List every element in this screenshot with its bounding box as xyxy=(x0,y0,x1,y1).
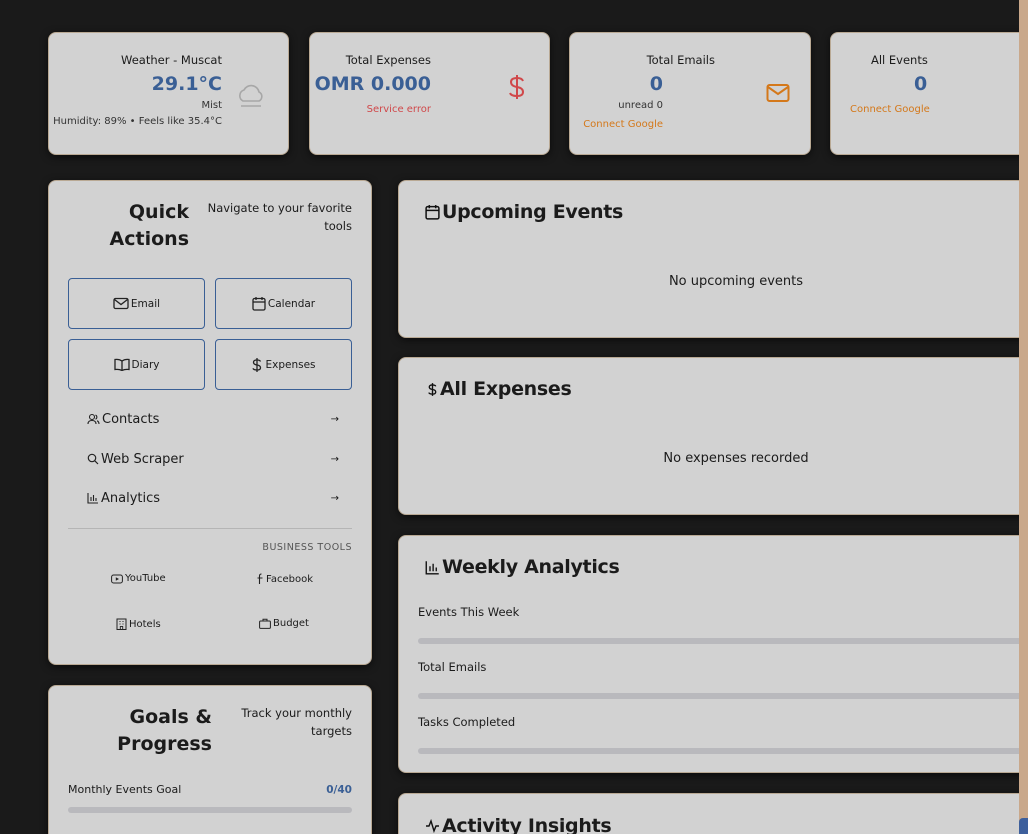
quick-actions-description: Navigate to your favorite tools xyxy=(207,201,352,233)
weekly-analytics-card: Weekly Analytics Events This Week Total … xyxy=(398,535,1028,773)
mail-icon xyxy=(113,297,129,310)
events-this-week-label: Events This Week xyxy=(418,605,520,619)
web-scraper-link[interactable]: Web Scraper → xyxy=(87,448,339,470)
goal-value: 0/40 xyxy=(326,784,352,796)
users-icon xyxy=(87,413,100,425)
scroll-indicator[interactable] xyxy=(1019,818,1028,834)
total-emails-bar xyxy=(418,693,1028,699)
diary-button[interactable]: Diary xyxy=(68,339,205,390)
events-this-week-bar xyxy=(418,638,1028,644)
all-expenses-title: All Expenses xyxy=(427,378,572,400)
goal-label: Monthly Events Goal xyxy=(68,783,182,796)
mail-icon xyxy=(766,84,790,102)
expenses-error: Service error xyxy=(366,104,431,115)
email-button[interactable]: Email xyxy=(68,278,205,329)
emails-connect-google-link[interactable]: Connect Google xyxy=(583,119,663,130)
arrow-right-icon: → xyxy=(330,413,339,425)
weather-condition: Mist xyxy=(201,100,222,111)
upcoming-empty-text: No upcoming events xyxy=(668,274,804,289)
goals-description: Track your monthly targets xyxy=(241,706,352,738)
expenses-card: Total Expenses OMR 0.000 Service error xyxy=(309,32,550,155)
calendar-button[interactable]: Calendar xyxy=(215,278,352,329)
arrow-right-icon: → xyxy=(330,492,339,504)
events-title: All Events xyxy=(871,53,928,67)
dollar-icon xyxy=(509,75,525,99)
briefcase-icon xyxy=(259,618,271,629)
tasks-completed-bar xyxy=(418,748,1028,754)
analytics-link[interactable]: Analytics → xyxy=(87,487,339,509)
goals-card: Goals & Progress Track your monthly targ… xyxy=(48,685,372,834)
expenses-button[interactable]: Expenses xyxy=(215,339,352,390)
total-emails-label: Total Emails xyxy=(418,660,487,674)
weather-details: Humidity: 89% • Feels like 35.4°C xyxy=(53,116,222,127)
emails-value: 0 xyxy=(649,73,663,95)
expenses-empty-text: No expenses recorded xyxy=(663,451,809,466)
all-expenses-card: All Expenses No expenses recorded xyxy=(398,357,1028,515)
emails-unread: unread 0 xyxy=(618,100,663,111)
upcoming-events-card: Upcoming Events No upcoming events xyxy=(398,180,1028,338)
calendar-icon xyxy=(252,297,266,311)
events-connect-google-link[interactable]: Connect Google xyxy=(850,104,930,115)
youtube-link[interactable]: YouTube xyxy=(111,573,166,584)
arrow-right-icon: → xyxy=(330,453,339,465)
book-icon xyxy=(113,358,130,371)
quick-actions-card: Quick Actions Navigate to your favorite … xyxy=(48,180,372,665)
tasks-completed-label: Tasks Completed xyxy=(418,715,516,729)
budget-link[interactable]: Budget xyxy=(259,618,309,629)
expenses-value: OMR 0.000 xyxy=(314,73,431,95)
activity-insights-title: Activity Insights xyxy=(425,815,612,834)
facebook-link[interactable]: Facebook xyxy=(256,573,313,585)
weather-title: Weather - Muscat xyxy=(121,53,222,67)
events-value: 0 xyxy=(914,73,928,95)
emails-card: Total Emails 0 unread 0 Connect Google xyxy=(569,32,811,155)
divider xyxy=(68,528,352,529)
weather-temperature: 29.1°C xyxy=(151,73,222,95)
expenses-title: Total Expenses xyxy=(345,53,431,67)
emails-title: Total Emails xyxy=(646,53,715,67)
upcoming-events-title: Upcoming Events xyxy=(425,201,623,223)
goals-title: Goals & Progress xyxy=(117,706,212,755)
calendar-icon xyxy=(425,205,440,220)
weather-card: Weather - Muscat 29.1°C Mist Humidity: 8… xyxy=(48,32,289,155)
weekly-analytics-title: Weekly Analytics xyxy=(425,556,620,578)
window-edge xyxy=(1019,0,1028,834)
goal-progress-bar xyxy=(68,807,352,813)
activity-insights-card: Activity Insights xyxy=(398,793,1028,834)
bar-chart-icon xyxy=(425,560,439,574)
dollar-icon xyxy=(252,357,262,372)
youtube-icon xyxy=(111,574,123,583)
cloud-icon xyxy=(239,84,263,107)
activity-icon xyxy=(426,819,439,833)
contacts-link[interactable]: Contacts → xyxy=(87,408,339,430)
hotels-link[interactable]: Hotels xyxy=(116,618,161,630)
building-icon xyxy=(116,618,127,630)
facebook-icon xyxy=(257,573,263,584)
business-tools-label: BUSINESS TOOLS xyxy=(262,542,352,553)
dollar-icon xyxy=(428,382,437,396)
events-card: All Events 0 Connect Google xyxy=(830,32,1028,155)
search-icon xyxy=(87,453,99,465)
quick-actions-title: Quick Actions xyxy=(109,201,189,250)
bar-chart-icon xyxy=(87,493,98,504)
